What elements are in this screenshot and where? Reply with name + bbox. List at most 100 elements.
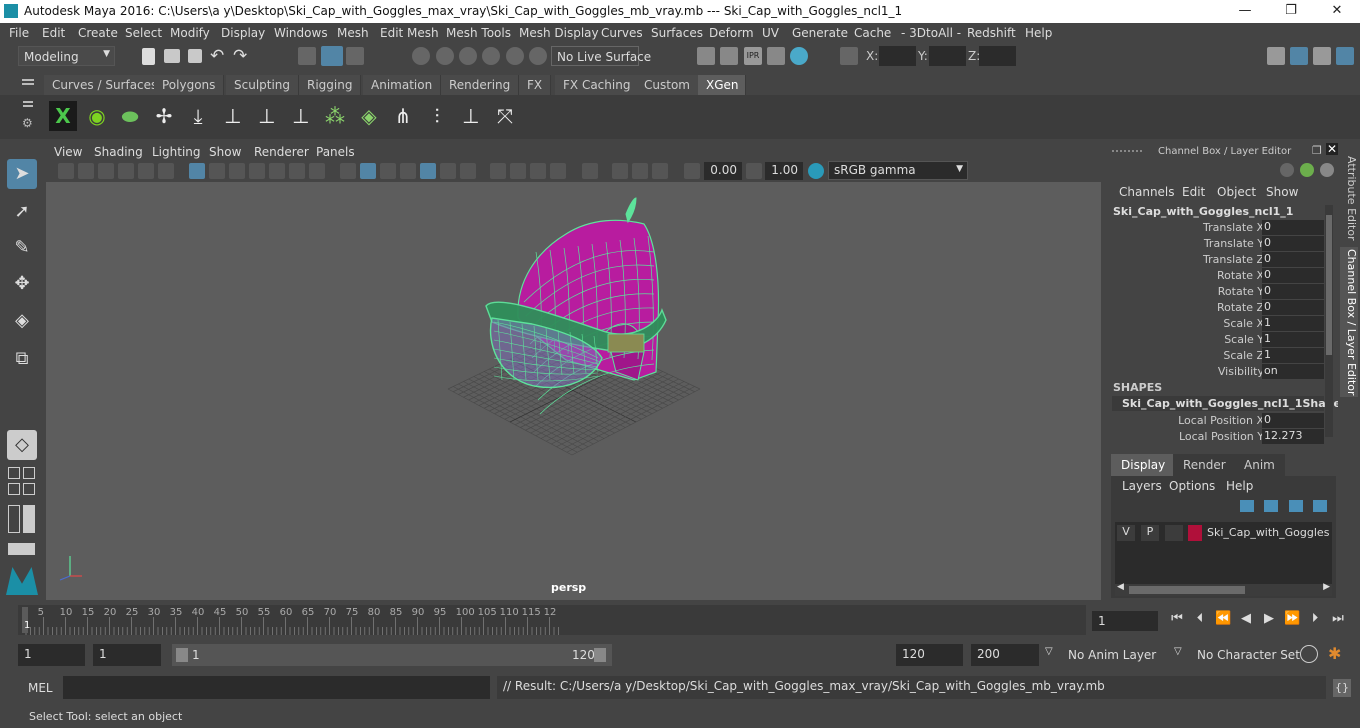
ipr-render-icon[interactable] <box>720 47 738 65</box>
select-component-icon[interactable] <box>346 47 364 65</box>
menu-create[interactable]: Create <box>78 26 118 40</box>
shadows-icon[interactable] <box>460 163 476 179</box>
layer-type-toggle[interactable] <box>1165 525 1183 541</box>
ipr-icon[interactable]: IPR <box>744 47 762 65</box>
channel-attribute-value[interactable]: 1 <box>1262 316 1324 331</box>
xgen-rebuild-icon[interactable]: ⫶ <box>423 101 451 131</box>
channel-box-tab[interactable]: Channel Box / Layer Editor <box>1340 247 1358 397</box>
channel-attribute-value[interactable]: 0 <box>1262 236 1324 251</box>
menu-cache[interactable]: Cache <box>854 26 891 40</box>
channel-attribute-row[interactable]: Visibility on <box>1106 364 1332 380</box>
perspective-viewport[interactable]: persp <box>46 182 1101 600</box>
shelf-tab-fx[interactable]: FX <box>519 75 552 95</box>
channel-attribute-row[interactable]: Scale Y1 <box>1106 332 1332 348</box>
show-menu[interactable]: Show <box>1266 185 1298 199</box>
new-layer-icon[interactable] <box>1289 500 1303 512</box>
xray-active-icon[interactable] <box>632 163 648 179</box>
xgen-editor-icon[interactable]: X <box>49 101 77 131</box>
xgen-grass-icon[interactable]: ⁂ <box>321 101 349 131</box>
channel-layout-icon[interactable] <box>23 505 35 533</box>
range-end-handle[interactable] <box>594 648 606 662</box>
hypershade-icon[interactable] <box>790 47 808 65</box>
range-bar[interactable]: 1 120 <box>172 644 612 666</box>
use-all-lights-icon[interactable] <box>440 163 456 179</box>
x-coordinate-input[interactable] <box>879 46 916 66</box>
xgen-sculpt-guide-icon[interactable]: ⤓ <box>184 101 212 131</box>
menu-file[interactable]: File <box>9 26 29 40</box>
float-panel-icon[interactable]: ❐ <box>1312 144 1322 157</box>
snap-grid-icon[interactable] <box>412 47 430 65</box>
close-button[interactable]: ✕ <box>1314 0 1360 23</box>
select-object-icon[interactable] <box>321 46 343 66</box>
menu-3dtoall[interactable]: - 3DtoAll - <box>901 26 961 40</box>
character-set-select[interactable]: No Character Set <box>1191 644 1300 666</box>
shelf-tab-fx-caching[interactable]: FX Caching <box>555 75 640 95</box>
shape-attribute-value[interactable]: 12.273 <box>1262 429 1324 444</box>
panel-menu-lighting[interactable]: Lighting <box>152 145 201 159</box>
hypershade-layout-icon[interactable] <box>23 483 35 495</box>
textured-icon[interactable] <box>420 163 436 179</box>
open-scene-icon[interactable] <box>164 49 180 63</box>
layers-menu[interactable]: Layers <box>1122 479 1162 493</box>
tool-settings-icon[interactable] <box>1313 47 1331 65</box>
manipulator-icon[interactable] <box>1280 163 1294 177</box>
speed-icon[interactable] <box>1300 163 1314 177</box>
color-management-icon[interactable] <box>808 163 824 179</box>
scroll-right-icon[interactable]: ▶ <box>1323 582 1330 592</box>
minimize-button[interactable]: — <box>1222 0 1268 23</box>
menu-select[interactable]: Select <box>125 26 162 40</box>
go-to-end-icon[interactable]: ⏭ <box>1330 611 1346 627</box>
channel-attribute-value[interactable]: 0 <box>1262 220 1324 235</box>
object-menu[interactable]: Object <box>1217 185 1256 199</box>
maximize-button[interactable]: ❐ <box>1268 0 1314 23</box>
depth-of-field-icon[interactable] <box>550 163 566 179</box>
channel-attribute-row[interactable]: Scale Z1 <box>1106 348 1332 364</box>
panel-menu-shading[interactable]: Shading <box>94 145 143 159</box>
channel-box-toggle-icon[interactable] <box>1336 47 1354 65</box>
menu-uv[interactable]: UV <box>762 26 779 40</box>
xgen-guide-tool-b-icon[interactable]: ⊥ <box>253 101 281 131</box>
time-slider[interactable]: 5 10 15 20 25 30 35 40 45 50 55 60 65 70 75 80 85 90 95 100… <box>0 603 1360 637</box>
redo-icon[interactable]: ↷ <box>233 46 247 66</box>
resolution-gate-icon[interactable] <box>229 163 245 179</box>
playback-end-input[interactable]: 120 <box>896 644 963 666</box>
shelf-menu-icon[interactable] <box>22 79 34 81</box>
persp-graph-layout-icon[interactable] <box>8 483 20 495</box>
scroll-left-icon[interactable]: ◀ <box>1117 582 1124 592</box>
attribute-editor-tab[interactable]: Attribute Editor <box>1340 149 1358 247</box>
color-space-select[interactable]: sRGB gamma ▼ <box>828 161 968 180</box>
end-time-input[interactable]: 200 <box>971 644 1039 666</box>
shelf-tab-custom[interactable]: Custom <box>636 75 699 95</box>
motion-blur-icon[interactable] <box>510 163 526 179</box>
single-perspective-layout-icon[interactable]: ◇ <box>7 430 37 460</box>
film-gate-icon[interactable] <box>209 163 225 179</box>
xray-joints-icon[interactable] <box>652 163 668 179</box>
shelf-tab-polygons[interactable]: Polygons <box>154 75 225 95</box>
wireframe-on-shaded-icon[interactable] <box>400 163 416 179</box>
xgen-preview-icon[interactable]: ◉ <box>83 101 111 131</box>
multisample-aa-icon[interactable] <box>530 163 546 179</box>
help-menu[interactable]: Help <box>1226 479 1253 493</box>
command-input[interactable] <box>63 676 490 699</box>
panel-menu-show[interactable]: Show <box>209 145 241 159</box>
image-plane-icon[interactable] <box>118 163 134 179</box>
screen-space-ao-icon[interactable] <box>490 163 506 179</box>
menu-curves[interactable]: Curves <box>601 26 643 40</box>
xgen-add-guide-icon[interactable]: ✢ <box>150 101 178 131</box>
bookmarks-icon[interactable] <box>98 163 114 179</box>
menu-surfaces[interactable]: Surfaces <box>651 26 703 40</box>
menu-generate[interactable]: Generate <box>792 26 848 40</box>
shelf-tab-animation[interactable]: Animation <box>363 75 442 95</box>
menu-mesh-display[interactable]: Mesh Display <box>519 26 599 40</box>
panel-menu-renderer[interactable]: Renderer <box>254 145 309 159</box>
channels-menu[interactable]: Channels <box>1119 185 1175 199</box>
script-editor-icon[interactable]: {} <box>1333 679 1351 697</box>
xgen-delete-guide-icon[interactable]: ⤧ <box>491 101 519 131</box>
play-backwards-icon[interactable]: ◀ <box>1238 611 1254 627</box>
chevron-down-icon[interactable]: ▽ <box>1045 646 1053 657</box>
menu-redshift[interactable]: Redshift <box>967 26 1016 40</box>
step-forward-frame-icon[interactable]: ⏵ <box>1307 611 1323 627</box>
options-menu[interactable]: Options <box>1169 479 1215 493</box>
go-to-start-icon[interactable]: ⏮ <box>1169 611 1185 627</box>
channel-attribute-value[interactable]: 1 <box>1262 348 1324 363</box>
